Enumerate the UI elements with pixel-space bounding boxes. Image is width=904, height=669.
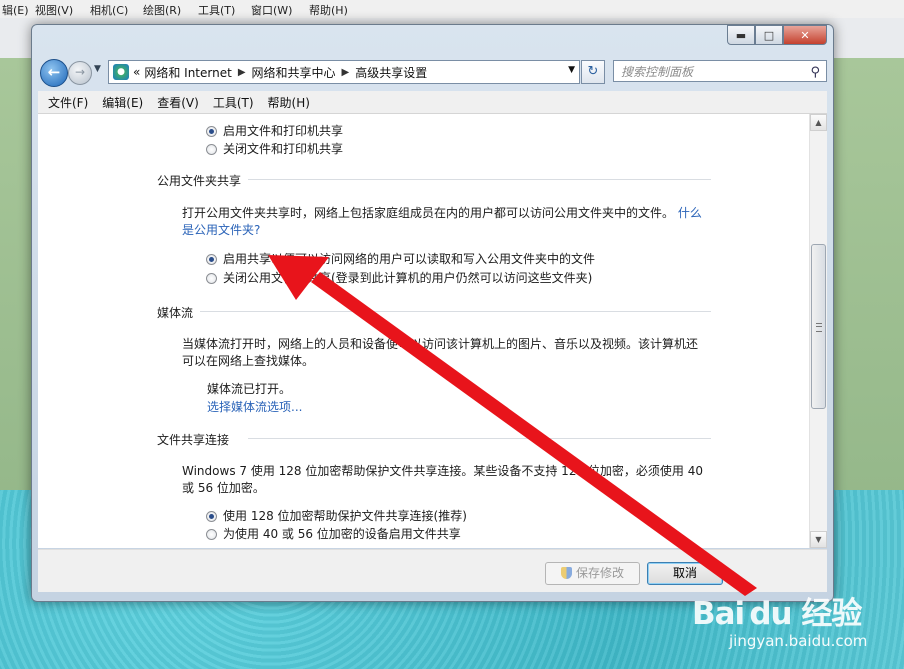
search-icon[interactable]: ⚲	[810, 62, 820, 84]
bg-menu-help[interactable]: 帮助(H)	[309, 2, 348, 18]
refresh-button[interactable]: ↻	[581, 60, 605, 84]
save-changes-button[interactable]: 保存修改	[545, 562, 640, 585]
menu-edit[interactable]: 编辑(E)	[102, 94, 143, 111]
scrollbar-thumb[interactable]	[811, 244, 826, 409]
scroll-down-icon[interactable]: ▼	[810, 531, 827, 548]
radio-icon[interactable]	[206, 273, 217, 284]
media-streaming-description-line2: 可以在网络上查找媒体。	[182, 354, 315, 368]
minimize-button[interactable]: ▬	[727, 25, 755, 45]
settings-content: 启用文件和打印机共享 关闭文件和打印机共享 公用文件夹共享 打开公用文件夹共享时…	[38, 114, 827, 548]
menu-help[interactable]: 帮助(H)	[268, 94, 310, 111]
minimize-icon: ▬	[735, 28, 747, 42]
connection-description-line2: 或 56 位加密。	[182, 481, 265, 495]
public-sharing-off-option[interactable]: 关闭公用文件夹共享(登录到此计算机的用户仍然可以访问这些文件夹)	[206, 269, 592, 286]
vertical-scrollbar[interactable]: ▲ ▼	[809, 114, 827, 548]
media-streaming-section-title: 媒体流	[157, 306, 194, 320]
radio-icon[interactable]	[206, 529, 217, 540]
public-folder-description: 打开公用文件夹共享时，网络上包括家庭组成员在内的用户都可以访问公用文件夹中的文件…	[182, 206, 702, 220]
address-dropdown-icon[interactable]: ▼	[568, 65, 575, 75]
public-sharing-on-option[interactable]: 启用共享以便可以访问网络的用户可以读取和写入公用文件夹中的文件	[206, 250, 595, 267]
breadcrumb-separator-icon[interactable]: ▶	[342, 67, 350, 78]
encryption-40-56-option[interactable]: 为使用 40 或 56 位加密的设备启用文件共享	[206, 525, 461, 542]
printer-sharing-off-option[interactable]: 关闭文件和打印机共享	[206, 140, 343, 157]
bg-menu-tools[interactable]: 工具(T)	[198, 2, 235, 18]
search-input[interactable]: 搜索控制面板 ⚲	[613, 60, 827, 82]
search-placeholder: 搜索控制面板	[621, 65, 694, 79]
address-bar[interactable]: ● « 网络和 Internet ▶ 网络和共享中心 ▶ 高级共享设置 ▼	[108, 60, 580, 84]
watermark-url: jingyan.baidu.com	[729, 632, 868, 650]
scroll-up-icon[interactable]: ▲	[810, 114, 827, 131]
breadcrumb-network-internet[interactable]: 网络和 Internet	[144, 64, 231, 81]
forward-arrow-icon: →	[74, 65, 86, 79]
forward-button[interactable]: →	[68, 61, 92, 85]
close-icon: ✕	[800, 28, 810, 42]
maximize-icon: □	[763, 28, 775, 42]
printer-sharing-on-option[interactable]: 启用文件和打印机共享	[206, 122, 343, 139]
grip-icon	[816, 323, 822, 332]
bg-menu-window[interactable]: 窗口(W)	[251, 2, 292, 18]
menu-tools[interactable]: 工具(T)	[213, 94, 254, 111]
media-streaming-description-line1: 当媒体流打开时，网络上的人员和设备便可以访问该计算机上的图片、音乐以及视频。该计…	[182, 337, 699, 351]
radio-selected-icon[interactable]	[206, 254, 217, 265]
encryption-128-option[interactable]: 使用 128 位加密帮助保护文件共享连接(推荐)	[206, 507, 467, 524]
watermark-brand: Bai du 经验	[692, 596, 862, 632]
breadcrumb-lead[interactable]: «	[133, 65, 140, 79]
section-divider	[248, 438, 711, 439]
radio-selected-icon[interactable]	[206, 511, 217, 522]
history-dropdown-icon[interactable]: ▼	[94, 64, 101, 74]
cancel-button[interactable]: 取消	[647, 562, 723, 585]
refresh-icon: ↻	[587, 64, 599, 79]
bg-menu-camera[interactable]: 相机(C)	[90, 2, 128, 18]
window-menubar: 文件(F) 编辑(E) 查看(V) 工具(T) 帮助(H)	[38, 91, 827, 114]
radio-selected-icon[interactable]	[206, 126, 217, 137]
connection-description-line1: Windows 7 使用 128 位加密帮助保护文件共享连接。某些设备不支持 1…	[182, 464, 703, 478]
menu-file[interactable]: 文件(F)	[48, 94, 88, 111]
background-menubar: 辑(E) 视图(V) 相机(C) 绘图(R) 工具(T) 窗口(W) 帮助(H)	[0, 0, 904, 19]
bg-menu-edit[interactable]: 辑(E)	[2, 2, 29, 18]
back-arrow-icon: ←	[47, 63, 61, 81]
title-buttons: ▬ □ ✕	[727, 25, 827, 45]
breadcrumb-advanced-sharing[interactable]: 高级共享设置	[355, 64, 427, 81]
control-panel-icon: ●	[113, 64, 129, 80]
public-folder-section-title: 公用文件夹共享	[157, 174, 242, 188]
close-button[interactable]: ✕	[783, 25, 827, 45]
back-button[interactable]: ←	[40, 59, 68, 87]
media-streaming-status: 媒体流已打开。	[207, 382, 292, 396]
breadcrumb-separator-icon[interactable]: ▶	[238, 67, 246, 78]
bg-menu-view[interactable]: 视图(V)	[35, 2, 73, 18]
section-divider	[200, 311, 711, 312]
bg-menu-draw[interactable]: 绘图(R)	[143, 2, 181, 18]
control-panel-window: ▬ □ ✕ ← → ▼ ● « 网络和 Internet ▶ 网络和共享中心 ▶…	[31, 24, 834, 602]
maximize-button[interactable]: □	[755, 25, 783, 45]
shield-icon	[560, 567, 572, 579]
baidu-watermark: Bai du 经验 jingyan.baidu.com	[692, 586, 904, 669]
public-folder-link-continued[interactable]: 是公用文件夹?	[182, 221, 260, 238]
radio-icon[interactable]	[206, 144, 217, 155]
breadcrumb-network-sharing-center[interactable]: 网络和共享中心	[252, 64, 336, 81]
what-is-public-folder-link[interactable]: 什么	[678, 206, 702, 220]
file-sharing-connection-section-title: 文件共享连接	[157, 433, 230, 447]
media-streaming-options-link[interactable]: 选择媒体流选项...	[207, 398, 302, 415]
section-divider	[248, 179, 711, 180]
navigation-bar: ← → ▼ ● « 网络和 Internet ▶ 网络和共享中心 ▶ 高级共享设…	[38, 57, 827, 87]
menu-view[interactable]: 查看(V)	[157, 94, 199, 111]
